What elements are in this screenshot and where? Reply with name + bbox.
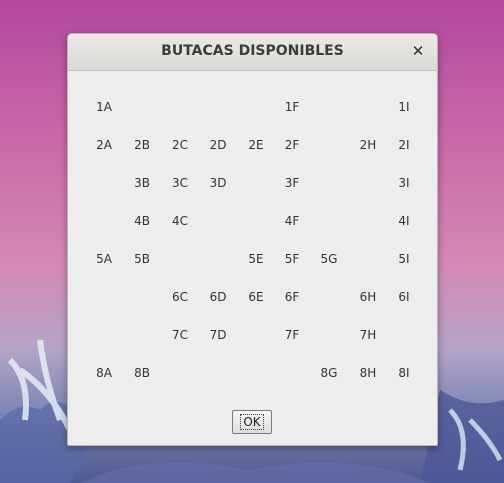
seat-label: 1A bbox=[96, 100, 112, 114]
seat-label: 8I bbox=[398, 366, 410, 380]
seat-label: 6H bbox=[359, 290, 377, 304]
seat-label: 3D bbox=[209, 176, 227, 190]
seat-label: 5G bbox=[320, 252, 338, 266]
seat-label: 2H bbox=[359, 138, 377, 152]
seat-label: 5A bbox=[96, 252, 112, 266]
seat-label: 2C bbox=[171, 138, 188, 152]
ok-button-label: OK bbox=[240, 414, 264, 430]
seat-label: 2B bbox=[134, 138, 150, 152]
seat-label: 4B bbox=[134, 214, 150, 228]
seat-label: 7C bbox=[171, 328, 188, 342]
seat-label: 2I bbox=[398, 138, 410, 152]
seat-label: 7H bbox=[359, 328, 377, 342]
close-icon[interactable]: ✕ bbox=[409, 41, 427, 61]
seat-label: 4I bbox=[398, 214, 410, 228]
seat-label: 3B bbox=[134, 176, 150, 190]
dialog-titlebar: BUTACAS DISPONIBLES ✕ bbox=[68, 34, 437, 71]
dialog-title: BUTACAS DISPONIBLES bbox=[161, 43, 344, 59]
seat-label: 8H bbox=[359, 366, 377, 380]
seat-label: 2A bbox=[96, 138, 112, 152]
available-seats-dialog: BUTACAS DISPONIBLES ✕ 1A 1F 1I 2A 2B 2C 2D 2E 2F… bbox=[67, 33, 438, 446]
seat-label: 6C bbox=[171, 290, 188, 304]
seat-label: 5F bbox=[284, 252, 300, 266]
seat-label: 5B bbox=[134, 252, 150, 266]
seat-label: 1I bbox=[398, 100, 410, 114]
seat-label: 2F bbox=[284, 138, 300, 152]
seat-label: 5E bbox=[248, 252, 264, 266]
seat-label: 8G bbox=[320, 366, 338, 380]
seat-label: 4F bbox=[284, 214, 300, 228]
seat-label: 4C bbox=[171, 214, 188, 228]
seat-label: 7D bbox=[209, 328, 227, 342]
seat-label: 3F bbox=[284, 176, 300, 190]
seat-label: 8A bbox=[96, 366, 112, 380]
seat-label: 2E bbox=[248, 138, 264, 152]
seat-label: 1F bbox=[284, 100, 300, 114]
seat-label: 6E bbox=[248, 290, 264, 304]
seat-label: 8B bbox=[134, 366, 150, 380]
ok-button[interactable]: OK bbox=[232, 410, 272, 434]
seat-label: 7F bbox=[284, 328, 300, 342]
seat-label: 6F bbox=[284, 290, 300, 304]
seat-label: 6D bbox=[209, 290, 227, 304]
seat-label: 6I bbox=[398, 290, 410, 304]
seat-label: 3C bbox=[171, 176, 188, 190]
seat-label: 2D bbox=[209, 138, 227, 152]
seat-label: 3I bbox=[398, 176, 410, 190]
seat-label: 5I bbox=[398, 252, 410, 266]
